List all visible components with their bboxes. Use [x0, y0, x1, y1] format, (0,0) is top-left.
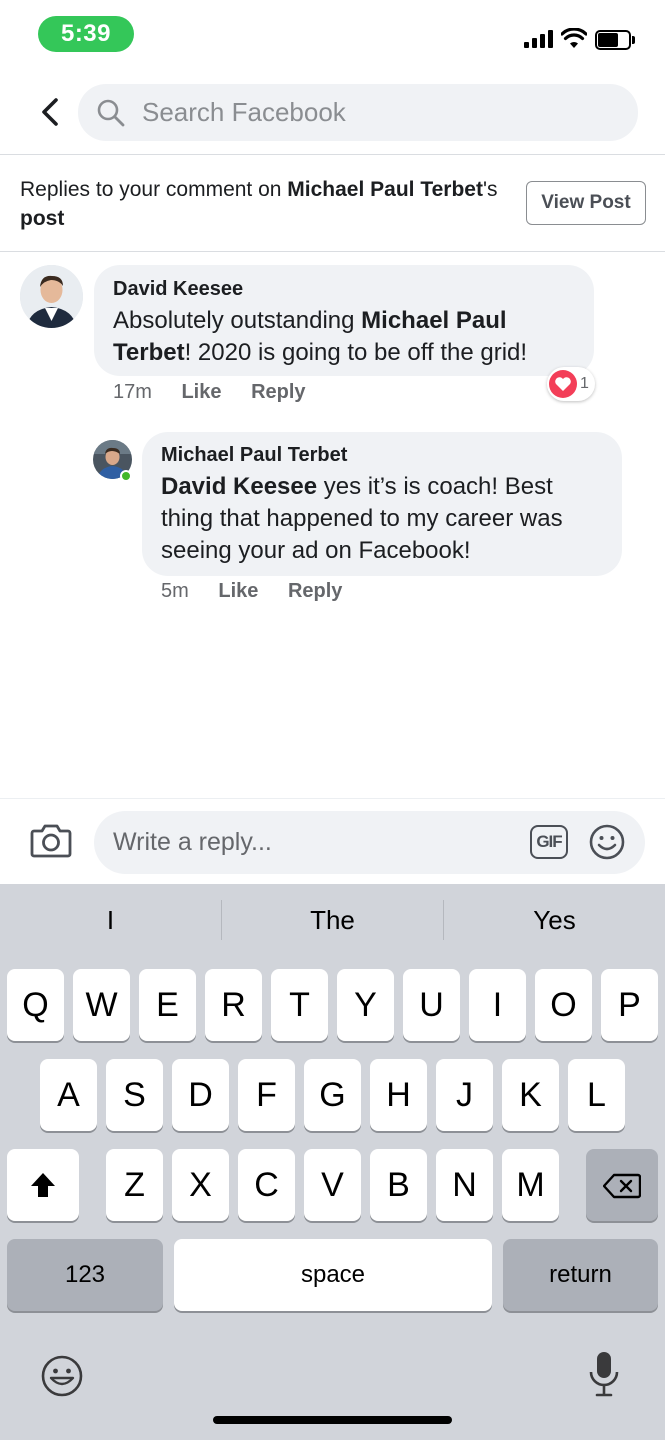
return-key[interactable]: return	[503, 1239, 658, 1311]
key-p[interactable]: P	[601, 969, 658, 1041]
gif-button[interactable]: GIF	[530, 825, 568, 859]
key-d[interactable]: D	[172, 1059, 229, 1131]
avatar-david-keesee[interactable]	[20, 265, 83, 328]
reply-composer: Write a reply... GIF	[0, 798, 665, 884]
emoji-keyboard-icon[interactable]	[40, 1354, 84, 1398]
space-key[interactable]: space	[174, 1239, 492, 1311]
key-z[interactable]: Z	[106, 1149, 163, 1221]
search-input[interactable]: Search Facebook	[142, 84, 612, 141]
search-bar[interactable]: Search Facebook	[78, 84, 638, 141]
reply-author[interactable]: Michael Paul Terbet	[161, 444, 603, 467]
shift-icon	[31, 1173, 55, 1197]
key-w[interactable]: W	[73, 969, 130, 1041]
key-t[interactable]: T	[271, 969, 328, 1041]
context-post-word: post	[20, 207, 65, 230]
reply-text: David Keesee yes it’s is coach! Best thi…	[161, 471, 603, 567]
battery-icon	[595, 30, 637, 50]
reply-time: 5m	[161, 580, 189, 602]
home-indicator[interactable]	[213, 1416, 452, 1424]
reply-context-text: Replies to your comment on Michael Paul …	[20, 175, 500, 233]
microphone-icon[interactable]	[588, 1350, 620, 1398]
reply-context-bar: Replies to your comment on Michael Paul …	[0, 155, 665, 251]
key-u[interactable]: U	[403, 969, 460, 1041]
context-divider	[0, 251, 665, 252]
status-time[interactable]: 5:39	[38, 16, 134, 52]
wifi-icon	[561, 28, 587, 48]
reply-input-box[interactable]: Write a reply... GIF	[94, 811, 645, 874]
key-y[interactable]: Y	[337, 969, 394, 1041]
status-bar: 5:39	[0, 0, 665, 70]
chevron-left-icon[interactable]	[36, 96, 66, 128]
key-o[interactable]: O	[535, 969, 592, 1041]
key-x[interactable]: X	[172, 1149, 229, 1221]
comment-actions: 17m Like Reply	[113, 381, 330, 404]
search-header: Search Facebook	[0, 70, 665, 154]
like-button[interactable]: Like	[218, 580, 258, 603]
key-i[interactable]: I	[469, 969, 526, 1041]
reply-actions: 5m Like Reply	[161, 580, 366, 603]
reply-input[interactable]: Write a reply...	[113, 811, 513, 874]
comment-text-after: ! 2020 is going to be off the grid!	[184, 339, 528, 366]
key-h[interactable]: H	[370, 1059, 427, 1131]
backspace-key[interactable]	[586, 1149, 658, 1221]
key-g[interactable]: G	[304, 1059, 361, 1131]
context-prefix: Replies to your comment on	[20, 178, 288, 201]
cellular-signal-icon	[524, 30, 554, 48]
key-v[interactable]: V	[304, 1149, 361, 1221]
comment-bubble[interactable]: David Keesee Absolutely outstanding Mich…	[94, 265, 594, 376]
reply-button[interactable]: Reply	[288, 580, 342, 603]
prediction-3[interactable]: Yes	[444, 884, 665, 956]
heart-icon	[549, 370, 577, 398]
reaction-summary[interactable]: 1	[547, 367, 595, 401]
camera-icon[interactable]	[30, 821, 72, 859]
comment-text: Absolutely outstanding Michael Paul Terb…	[113, 305, 575, 369]
post-owner-name[interactable]: Michael Paul Terbet	[287, 178, 483, 201]
key-l[interactable]: L	[568, 1059, 625, 1131]
comment-text-before: Absolutely outstanding	[113, 307, 362, 334]
key-k[interactable]: K	[502, 1059, 559, 1131]
reaction-count: 1	[580, 375, 589, 392]
view-post-button[interactable]: View Post	[526, 181, 646, 225]
key-s[interactable]: S	[106, 1059, 163, 1131]
key-q[interactable]: Q	[7, 969, 64, 1041]
key-j[interactable]: J	[436, 1059, 493, 1131]
prediction-1[interactable]: I	[0, 884, 221, 956]
numbers-key[interactable]: 123	[7, 1239, 163, 1311]
smiley-icon[interactable]	[588, 823, 626, 861]
comment-time: 17m	[113, 381, 152, 403]
backspace-icon	[603, 1173, 641, 1199]
like-button[interactable]: Like	[181, 381, 221, 404]
key-r[interactable]: R	[205, 969, 262, 1041]
magnifier-icon	[97, 99, 125, 127]
key-b[interactable]: B	[370, 1149, 427, 1221]
key-c[interactable]: C	[238, 1149, 295, 1221]
ios-keyboard: I The Yes Q W E R T Y U I O P A S D F G …	[0, 884, 665, 1440]
shift-key[interactable]	[7, 1149, 79, 1221]
key-m[interactable]: M	[502, 1149, 559, 1221]
online-status-dot	[120, 470, 132, 482]
reply-mention[interactable]: David Keesee	[161, 473, 317, 500]
key-f[interactable]: F	[238, 1059, 295, 1131]
comment-author[interactable]: David Keesee	[113, 278, 575, 301]
key-n[interactable]: N	[436, 1149, 493, 1221]
key-e[interactable]: E	[139, 969, 196, 1041]
prediction-2[interactable]: The	[222, 884, 443, 956]
context-possessive: 's	[482, 178, 498, 201]
reply-button[interactable]: Reply	[251, 381, 305, 404]
predictive-bar: I The Yes	[0, 884, 665, 956]
reply-bubble[interactable]: Michael Paul Terbet David Keesee yes it’…	[142, 432, 622, 576]
key-a[interactable]: A	[40, 1059, 97, 1131]
